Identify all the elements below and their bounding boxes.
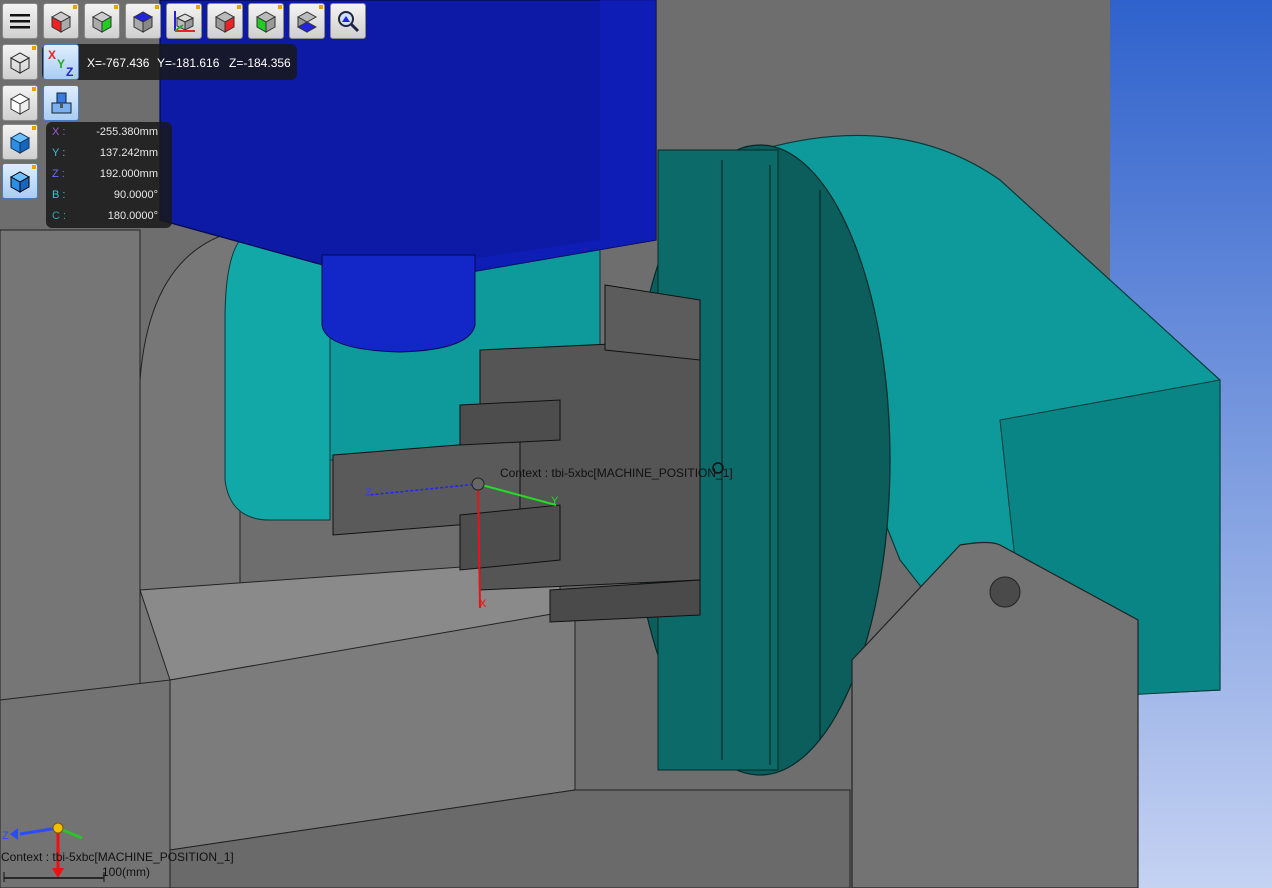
tailstock-housing (224, 239, 331, 521)
svg-text:Y: Y (57, 57, 65, 71)
zoom-fit-button[interactable] (330, 3, 366, 39)
scale-label: 100(mm) (102, 865, 151, 879)
magnifier-icon (338, 11, 360, 33)
coordinate-system-button[interactable]: XYZ (43, 44, 79, 80)
shaded-edges-cube-icon (9, 171, 31, 193)
bracket-hole (989, 576, 1021, 608)
machine-icon (51, 92, 72, 114)
shaded-edges-view-button[interactable] (2, 163, 38, 199)
view-back-button[interactable] (207, 3, 243, 39)
svg-text:X: X (48, 48, 56, 62)
outline-cube-icon (9, 93, 31, 115)
shaded-cube-icon (9, 132, 31, 154)
machine-position-button[interactable] (43, 85, 79, 121)
cube-right-green-icon (255, 11, 277, 33)
work-origin-marker (471, 477, 485, 491)
cube-back-red-icon (214, 11, 236, 33)
triad-z-label: Z (2, 830, 9, 842)
view-bottom-button[interactable] (289, 3, 325, 39)
cube-axes-icon (174, 11, 195, 32)
machine-3d-viewport[interactable] (0, 0, 1272, 888)
position-row-x: X : -255.380mm (52, 126, 158, 142)
view-top-button[interactable] (125, 3, 161, 39)
cube-front-red-icon (50, 11, 72, 33)
view-right-button[interactable] (248, 3, 284, 39)
position-row-y: Y : 137.242mm (52, 147, 158, 163)
position-value-b: 90.0000° (113, 189, 158, 201)
cube-top-blue-icon (132, 11, 154, 33)
position-value-c: 180.0000° (107, 210, 158, 222)
bottom-context-label: Context : tbi-5xbc[MACHINE_POSITION_1] (1, 850, 234, 864)
machine-left-column (0, 229, 141, 701)
cube-side-green-icon (91, 11, 113, 33)
position-value-x: -255.380mm (96, 126, 158, 138)
position-row-b: B : 90.0000° (52, 189, 158, 205)
view-iso-axes-button[interactable] (166, 3, 202, 39)
position-label-b: B : (52, 189, 66, 201)
cursor-x-coord: X=-767.436 (87, 56, 150, 70)
outline-view-button[interactable] (2, 85, 38, 121)
wireframe-cube-icon (9, 52, 31, 74)
work-y-label: Y (551, 495, 559, 507)
hamburger-menu-icon (10, 14, 30, 29)
position-value-z: 192.000mm (99, 168, 158, 180)
position-row-z: Z : 192.000mm (52, 168, 158, 184)
wireframe-view-button[interactable] (2, 44, 38, 80)
cursor-z-coord: Z=-184.356 (229, 56, 291, 70)
position-row-c: C : 180.0000° (52, 210, 158, 226)
work-x-label: X (479, 598, 487, 610)
svg-text:Z: Z (66, 65, 73, 77)
work-z-label: Z (365, 487, 372, 499)
position-label-c: C : (52, 210, 67, 222)
xyz-axes-icon: XYZ (48, 48, 73, 77)
position-label-y: Y : (52, 147, 66, 159)
menu-button[interactable] (2, 3, 38, 39)
position-label-z: Z : (52, 168, 65, 180)
view-side-button[interactable] (84, 3, 120, 39)
spindle-nose (321, 254, 476, 353)
context-label: Context : tbi-5xbc[MACHINE_POSITION_1] (500, 466, 733, 480)
cursor-y-coord: Y=-181.616 (157, 56, 220, 70)
position-value-y: 137.242mm (99, 147, 158, 159)
position-label-x: X : (52, 126, 66, 138)
shaded-view-button[interactable] (2, 124, 38, 160)
view-front-button[interactable] (43, 3, 79, 39)
cube-bottom-blue-icon (296, 11, 318, 33)
